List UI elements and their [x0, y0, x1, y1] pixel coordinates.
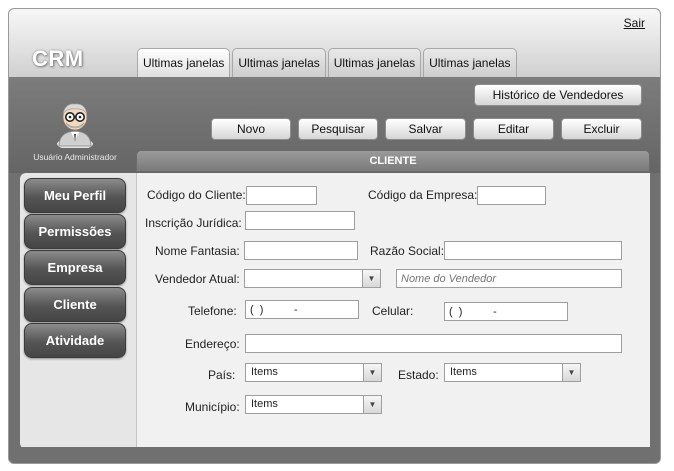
tab-recent-window-3[interactable]: Ultimas janelas	[327, 48, 422, 78]
app-logo: CRM	[32, 46, 84, 71]
current-seller-select[interactable]: ▼	[244, 269, 381, 288]
client-code-label: Código do Cliente:	[147, 188, 246, 202]
state-select[interactable]: Items ▼	[444, 363, 581, 382]
save-button[interactable]: Salvar	[385, 118, 466, 140]
sidebar-item-cliente[interactable]: Cliente	[24, 287, 126, 322]
recent-windows-tabs: Ultimas janelas Ultimas janelas Ultimas …	[137, 48, 517, 78]
current-seller-label: Vendedor Atual:	[155, 272, 240, 286]
address-field[interactable]	[245, 334, 622, 353]
crm-window: Sair CRM Ultimas janelas Ultimas janelas…	[8, 8, 661, 464]
edit-button[interactable]: Editar	[473, 118, 554, 140]
country-select[interactable]: Items ▼	[245, 363, 382, 382]
user-name-label: Usuário Administrador	[33, 152, 117, 162]
corporate-name-field[interactable]	[444, 241, 622, 260]
header: Sair CRM Ultimas janelas Ultimas janelas…	[9, 9, 660, 78]
address-label: Endereço:	[185, 337, 240, 351]
section-title: CLIENTE	[136, 150, 650, 172]
new-button[interactable]: Novo	[211, 118, 291, 140]
logout-link[interactable]: Sair	[624, 16, 645, 30]
admin-user-avatar-icon	[57, 103, 93, 148]
phone-label: Telefone:	[188, 304, 237, 318]
tab-recent-window-1[interactable]: Ultimas janelas	[137, 48, 231, 78]
city-select[interactable]: Items ▼	[245, 395, 382, 414]
sidebar: Meu Perfil Permissões Empresa Cliente At…	[20, 173, 136, 449]
trade-name-label: Nome Fantasia:	[155, 244, 240, 258]
chevron-down-icon: ▼	[362, 270, 380, 287]
delete-button[interactable]: Excluir	[561, 118, 642, 140]
trade-name-field[interactable]	[244, 241, 358, 260]
sidebar-item-meu-perfil[interactable]: Meu Perfil	[24, 178, 126, 213]
seller-history-button[interactable]: Histórico de Vendedores	[474, 84, 642, 106]
sidebar-item-empresa[interactable]: Empresa	[24, 250, 126, 285]
company-code-label: Código da Empresa:	[368, 188, 478, 202]
chevron-down-icon: ▼	[363, 396, 381, 413]
country-select-value: Items	[251, 366, 278, 378]
sidebar-item-atividade[interactable]: Atividade	[24, 323, 126, 358]
footer-strip	[9, 447, 660, 463]
mobile-field[interactable]	[444, 302, 568, 321]
tab-recent-window-2[interactable]: Ultimas janelas	[232, 48, 326, 78]
search-button[interactable]: Pesquisar	[298, 118, 378, 140]
city-select-value: Items	[251, 398, 278, 410]
state-select-value: Items	[450, 366, 477, 378]
chevron-down-icon: ▼	[562, 364, 580, 381]
legal-registration-field[interactable]	[245, 211, 355, 230]
tab-recent-window-4[interactable]: Ultimas janelas	[423, 48, 517, 78]
chevron-down-icon: ▼	[363, 364, 381, 381]
client-code-field[interactable]	[246, 186, 317, 205]
company-code-field[interactable]	[477, 186, 546, 205]
mobile-label: Celular:	[372, 304, 414, 318]
client-form: Código do Cliente: Código da Empresa: In…	[136, 173, 650, 449]
city-label: Município:	[185, 400, 240, 414]
sidebar-item-permissoes[interactable]: Permissões	[24, 214, 126, 249]
legal-registration-label: Inscrição Jurídica:	[145, 216, 242, 230]
seller-name-field[interactable]	[396, 269, 622, 288]
country-label: País:	[208, 368, 236, 382]
corporate-name-label: Razão Social:	[370, 244, 445, 258]
state-label: Estado:	[398, 368, 439, 382]
phone-field[interactable]	[245, 300, 359, 319]
